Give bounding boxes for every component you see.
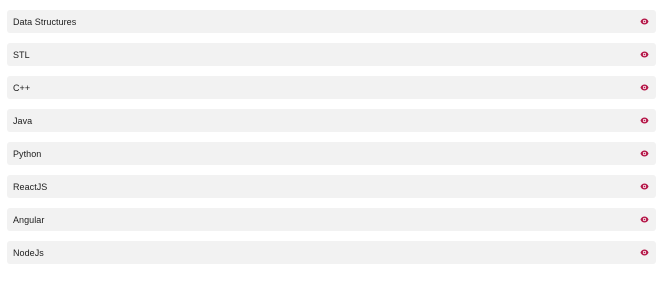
list-item-cpp[interactable]: C++ [7,76,656,99]
list-item-data-structures[interactable]: Data Structures [7,10,656,33]
eye-icon[interactable] [640,117,649,124]
eye-icon[interactable] [640,183,649,190]
eye-icon[interactable] [640,249,649,256]
eye-icon[interactable] [640,18,649,25]
list-item-nodejs[interactable]: NodeJs [7,241,656,264]
list-item-label: NodeJs [13,247,44,258]
list-item-stl[interactable]: STL [7,43,656,66]
eye-icon[interactable] [640,51,649,58]
list-item-label: Angular [13,214,45,225]
list-item-python[interactable]: Python [7,142,656,165]
list-item-label: ReactJS [13,181,48,192]
list-item-reactjs[interactable]: ReactJS [7,175,656,198]
eye-icon[interactable] [640,84,649,91]
list-item-label: STL [13,49,30,60]
eye-icon[interactable] [640,150,649,157]
list-item-label: Python [13,148,42,159]
list-item-label: Java [13,115,33,126]
list-item-java[interactable]: Java [7,109,656,132]
list-item-angular[interactable]: Angular [7,208,656,231]
topic-list: Data Structures STL C++ Java Python Reac… [0,0,660,284]
list-item-label: C++ [13,82,31,93]
list-item-label: Data Structures [13,16,77,27]
eye-icon[interactable] [640,216,649,223]
